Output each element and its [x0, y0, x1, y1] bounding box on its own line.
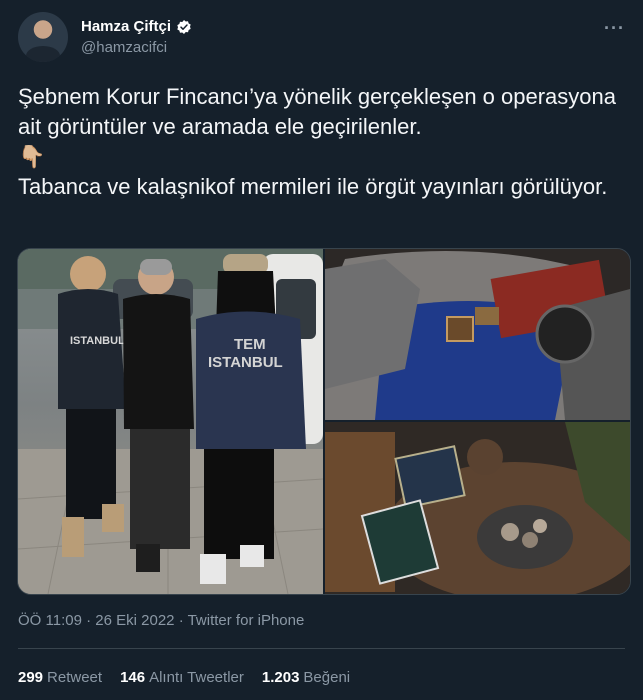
- small-tin: [475, 307, 499, 325]
- tweet-text-line1: Şebnem Korur Fincancı’ya yönelik gerçekl…: [18, 84, 616, 139]
- tweet-text-line2: Tabanca ve kalaşnikof mermileri ile örgü…: [18, 174, 608, 199]
- officer-right-shoe-r: [240, 545, 264, 567]
- officer-right-shoe-l: [200, 554, 226, 584]
- handle[interactable]: @hamzacifci: [81, 39, 192, 56]
- tweet-text: Şebnem Korur Fincancı’ya yönelik gerçekl…: [18, 82, 628, 202]
- detained-pants: [130, 429, 190, 549]
- officer-right-pants: [204, 449, 274, 559]
- shell-3: [533, 519, 547, 533]
- tweet-date[interactable]: 26 Eki 2022: [95, 612, 174, 629]
- tweet-header: Hamza Çiftçi @hamzacifci: [18, 12, 192, 62]
- quotes-label: Alıntı Tweetler: [149, 669, 244, 686]
- detained-shirt: [123, 294, 194, 429]
- tweet-time[interactable]: ÖÖ 11:09: [18, 612, 82, 629]
- photo-search[interactable]: [325, 249, 630, 420]
- quotes-count: 146: [120, 669, 146, 686]
- photo-operation-drawing: ISTANBUL TEM ISTANBUL: [18, 249, 323, 594]
- likes-count: 1.203: [261, 669, 300, 686]
- officer-left-head: [70, 256, 106, 292]
- photo-search-drawing: [325, 249, 630, 420]
- officer-left-legs: [66, 409, 116, 519]
- small-box: [446, 316, 474, 342]
- tweet-source[interactable]: Twitter for iPhone: [188, 612, 305, 629]
- divider: [18, 648, 625, 649]
- photo-seized-drawing: [325, 422, 630, 594]
- vest-text-istanbul: ISTANBUL: [208, 354, 283, 371]
- retweets-label: Retweet: [47, 669, 103, 686]
- likes-stat[interactable]: 1.203 Beğeni: [262, 669, 350, 686]
- tweet-meta: ÖÖ 11:09 · 26 Eki 2022 · Twitter for iPh…: [18, 612, 304, 629]
- officer-right-vest: [196, 311, 306, 449]
- more-options-icon[interactable]: ···: [604, 18, 625, 39]
- retweets-count: 299: [18, 669, 44, 686]
- meta-separator-2: ·: [178, 612, 188, 629]
- teapot: [467, 439, 503, 475]
- author-names: Hamza Çiftçi @hamzacifci: [81, 18, 192, 56]
- officer-left-jacket: [58, 289, 126, 409]
- verified-badge-icon: [177, 19, 191, 34]
- meta-separator-1: ·: [86, 612, 96, 629]
- photo-operation[interactable]: ISTANBUL TEM ISTANBUL: [18, 249, 323, 594]
- vest-text-tem: TEM: [234, 336, 266, 353]
- tweet-stats: 299 Retweet 146 Alıntı Tweetler 1.203 Beğen…: [18, 669, 350, 686]
- shell-2: [522, 532, 538, 548]
- quotes-stat[interactable]: 146 Alıntı Tweetler: [120, 669, 244, 686]
- avatar[interactable]: [18, 12, 68, 62]
- detained-shoe: [136, 544, 160, 572]
- officer-left-boot-l: [62, 517, 84, 557]
- display-name[interactable]: Hamza Çiftçi: [81, 18, 171, 35]
- camera-lens: [535, 304, 595, 364]
- name-row: Hamza Çiftçi: [81, 18, 192, 35]
- shell-1: [501, 523, 519, 541]
- photo-seized-items[interactable]: [325, 422, 630, 594]
- media-grid: ISTANBUL TEM ISTANBUL: [17, 248, 631, 595]
- likes-label: Beğeni: [303, 669, 351, 686]
- detained-hair: [140, 259, 172, 275]
- vest-text-left: ISTANBUL: [70, 335, 125, 347]
- pointing-down-emoji: 👇🏼: [18, 144, 46, 169]
- officer-left-boot-r: [102, 504, 124, 532]
- retweets-stat[interactable]: 299 Retweet: [18, 669, 102, 686]
- tweet: Hamza Çiftçi @hamzacifci ··· Şebnem Koru…: [0, 0, 643, 700]
